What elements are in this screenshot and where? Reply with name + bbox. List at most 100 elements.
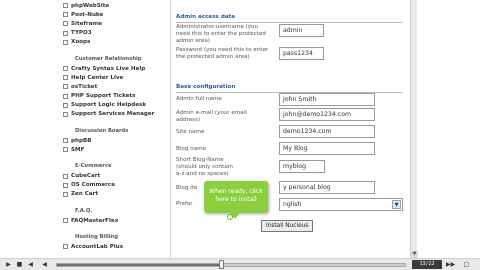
sidebar-item[interactable]: Zen Cart xyxy=(58,190,166,199)
base-section-title: Base configuration xyxy=(176,84,236,90)
checkbox-icon[interactable] xyxy=(63,218,68,224)
sidebar-item-label: osTicket xyxy=(71,83,98,90)
sidebar-item-label: PHP Support Tickets xyxy=(71,93,136,100)
tooltip-line: here to install xyxy=(215,196,257,203)
checkbox-icon[interactable] xyxy=(63,39,68,45)
sidebar-item-label: Xoops xyxy=(71,39,91,46)
instruction-tooltip: When ready, click here to install xyxy=(204,181,268,219)
full-name-label: Admin full name xyxy=(176,96,222,102)
checkbox-icon[interactable] xyxy=(63,138,68,144)
sidebar-item-label: phpWebSite xyxy=(71,2,110,9)
sidebar-item[interactable]: Post-Nuke xyxy=(58,10,166,19)
sidebar-item-label: SMF xyxy=(71,146,85,153)
sidebar-item[interactable]: Siteframe xyxy=(58,19,166,28)
blog-name-field[interactable]: My Blog xyxy=(279,142,375,155)
sidebar-item-label: FAQMasterFlex xyxy=(71,217,119,224)
site-name-label: Site name xyxy=(176,129,205,135)
sidebar-item[interactable]: TYPO3 xyxy=(58,29,166,38)
play-icon[interactable]: ▶ xyxy=(4,261,13,269)
sidebar: phpWebSite Post-Nuke Siteframe TYPO3 Xoops Cu… xyxy=(58,0,166,258)
checkbox-icon[interactable] xyxy=(63,12,68,18)
sidebar-divider xyxy=(170,0,171,258)
admin-password-label: Password (you need this to enter the pro… xyxy=(176,47,269,60)
checkbox-icon[interactable] xyxy=(63,30,68,36)
sidebar-item[interactable]: PHP Support Tickets xyxy=(58,92,166,101)
sidebar-item[interactable]: Crafty Syntax Live Help xyxy=(58,64,166,73)
sidebar-group-heading: Discussion Boards xyxy=(75,128,129,135)
sidebar-item[interactable]: OS Commerce xyxy=(58,181,166,190)
checkbox-icon[interactable] xyxy=(63,75,68,81)
checkbox-icon[interactable] xyxy=(63,21,68,27)
timecode-display: 13/22 xyxy=(412,260,442,269)
sidebar-item-label: Support Services Manager xyxy=(71,111,155,118)
sidebar-item[interactable]: FAQMasterFlex xyxy=(58,216,166,225)
language-select-value: nglish xyxy=(283,201,302,208)
admin-username-field[interactable]: admin xyxy=(279,24,324,37)
video-controls: ▶ ■ ◀ ◀ 13/22 ▶▶ □ xyxy=(0,258,480,270)
checkbox-icon[interactable] xyxy=(63,111,68,117)
checkbox-icon[interactable] xyxy=(63,191,68,197)
tooltip-line: When ready, click xyxy=(209,188,263,195)
checkbox-icon[interactable] xyxy=(63,3,68,9)
sidebar-item[interactable]: phpBB xyxy=(58,136,166,145)
scroll-down-icon[interactable]: ▼ xyxy=(411,251,418,258)
checkbox-icon[interactable] xyxy=(63,93,68,99)
sidebar-item-label: TYPO3 xyxy=(71,30,92,37)
sidebar-group-heading: Customer Relationship xyxy=(75,55,142,62)
short-name-label: Short Blog-Name (should only contain a-z… xyxy=(176,157,233,177)
fast-forward-icon[interactable]: ▶▶ xyxy=(446,261,455,269)
scrub-handle[interactable] xyxy=(218,260,224,269)
section-divider xyxy=(176,22,402,23)
sidebar-item[interactable]: AccountLab Plus xyxy=(58,242,166,251)
sidebar-item[interactable]: Support Logic Helpdesk xyxy=(58,101,166,110)
sidebar-item-label: Post-Nuke xyxy=(71,11,104,18)
sidebar-item[interactable]: osTicket xyxy=(58,82,166,91)
blog-name-label: Blog name xyxy=(176,146,207,152)
vertical-scrollbar[interactable]: ▼ xyxy=(410,0,418,258)
sidebar-group-heading: F.A.Q. xyxy=(75,208,93,214)
checkbox-icon[interactable] xyxy=(63,173,68,179)
short-name-field[interactable]: myblog xyxy=(279,160,325,173)
admin-password-field[interactable]: pass1234 xyxy=(279,47,324,60)
pointer-target-marker xyxy=(227,214,233,220)
sidebar-item-label: Zen Cart xyxy=(71,191,99,198)
sidebar-item[interactable]: Help Center Live xyxy=(58,73,166,82)
sidebar-item-label: AccountLab Plus xyxy=(71,243,124,250)
sidebar-item-label: Siteframe xyxy=(71,20,103,27)
sidebar-group-heading: E-Commerce xyxy=(75,163,112,170)
sidebar-item[interactable]: CubeCart xyxy=(58,171,166,180)
sidebar-group-heading: Hosting Billing xyxy=(75,234,118,241)
rewind-icon[interactable]: ◀ xyxy=(40,261,49,269)
progress-track[interactable] xyxy=(56,263,406,267)
sidebar-item-label: Help Center Live xyxy=(71,74,124,81)
progress-fill xyxy=(57,264,222,266)
fullscreen-icon[interactable]: □ xyxy=(462,261,471,269)
sidebar-item[interactable]: Support Services Manager xyxy=(58,110,166,119)
checkbox-icon[interactable] xyxy=(63,244,68,250)
checkbox-icon[interactable] xyxy=(63,102,68,108)
sidebar-item[interactable]: SMF xyxy=(58,145,166,154)
admin-section-title: Admin access data xyxy=(176,14,236,20)
volume-icon[interactable]: ◀ xyxy=(26,261,35,269)
sidebar-item[interactable]: Xoops xyxy=(58,38,166,47)
checkbox-icon[interactable] xyxy=(63,66,68,72)
email-label: Admin e-mail (your email address) xyxy=(176,110,247,123)
checkbox-icon[interactable] xyxy=(63,84,68,90)
install-button[interactable]: Install Nucleus xyxy=(261,220,314,232)
admin-username-label: Administrator-username (you need this to… xyxy=(176,24,266,44)
install-form: Admin access data Administrator-username… xyxy=(176,0,406,258)
email-field[interactable]: john@demo1234.com xyxy=(279,108,375,121)
blog-desc-field[interactable]: y personal blog xyxy=(279,181,375,194)
sidebar-item-label: phpBB xyxy=(71,137,92,144)
sidebar-item-label: Crafty Syntax Live Help xyxy=(71,65,146,72)
site-name-field[interactable]: demo1234.com xyxy=(279,125,375,138)
stop-icon[interactable]: ■ xyxy=(15,261,24,269)
sidebar-item-label: OS Commerce xyxy=(71,182,115,189)
chevron-down-icon[interactable]: ▼ xyxy=(392,200,401,209)
checkbox-icon[interactable] xyxy=(63,147,68,153)
checkbox-icon[interactable] xyxy=(63,182,68,188)
sidebar-item[interactable]: phpWebSite xyxy=(58,1,166,10)
sidebar-item-label: Support Logic Helpdesk xyxy=(71,102,147,109)
language-select[interactable]: nglish ▼ xyxy=(279,198,403,211)
full-name-field[interactable]: John Smith xyxy=(279,93,375,106)
